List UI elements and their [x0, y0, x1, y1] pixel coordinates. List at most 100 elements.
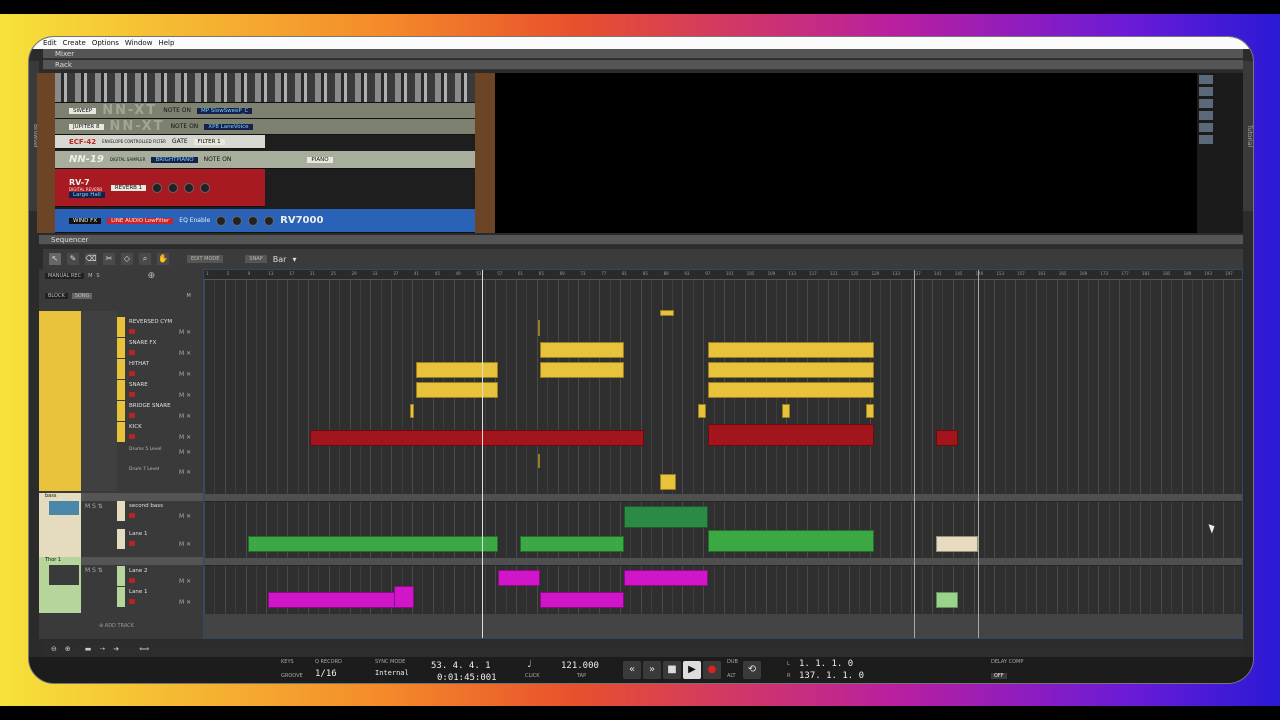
- rack-navigator[interactable]: [1197, 73, 1243, 233]
- mixer-device[interactable]: [55, 73, 475, 103]
- rewind-icon[interactable]: «: [623, 661, 641, 679]
- arrow-right-icon[interactable]: ➔: [113, 645, 119, 653]
- zoom-in-icon[interactable]: ⊕: [65, 645, 71, 653]
- add-track-button[interactable]: ⊕ ADD TRACK: [99, 623, 134, 629]
- rv7000-device[interactable]: WIND FX LINE AUDIO LowFilter EQ Enable R…: [55, 209, 475, 233]
- clip-thor-lane2-1[interactable]: [498, 570, 540, 586]
- mute-all-button[interactable]: M: [88, 273, 92, 279]
- record-icon[interactable]: [129, 513, 135, 518]
- clip-thor-lane1-3[interactable]: [540, 592, 624, 608]
- track-hithat[interactable]: HITHAT M ✕: [39, 359, 203, 379]
- clip-bass-lane1-1[interactable]: [248, 536, 498, 552]
- track-bridge-snare[interactable]: BRIDGE SNARE M ✕: [39, 401, 203, 421]
- alt-button[interactable]: ALT: [727, 673, 736, 679]
- mute-button[interactable]: M ✕: [179, 599, 191, 606]
- mute-button[interactable]: M ✕: [179, 541, 191, 548]
- track-drums5-level[interactable]: Drums 5 Level M ✕: [39, 445, 203, 465]
- menu-help[interactable]: Help: [158, 39, 174, 47]
- clip-thor-lane1-4[interactable]: [936, 592, 958, 608]
- loop-right-display[interactable]: 137. 1. 1. 0: [799, 671, 864, 681]
- tutorial-tab[interactable]: Tutorial: [1243, 61, 1253, 211]
- clip-snare-fx-1[interactable]: [540, 342, 624, 358]
- nnxt-device-1[interactable]: SWEEP NN-XT NOTE ON MP SlowSweeP_C: [55, 103, 475, 119]
- clip-kick-2[interactable]: [708, 424, 874, 446]
- mute-button[interactable]: M ✕: [179, 434, 191, 441]
- decay-knob[interactable]: [168, 182, 179, 193]
- record-icon[interactable]: [129, 329, 135, 334]
- dub-button[interactable]: DUB: [727, 659, 738, 665]
- clip-hithat-3[interactable]: [708, 362, 874, 378]
- arrangement-view[interactable]: 1 5 9 13 17 21 25 29 33 37 41 45 49 53 57 61 65 69 73 77 81 8…: [203, 269, 1243, 639]
- record-icon[interactable]: [129, 434, 135, 439]
- position-display[interactable]: 53. 4. 4. 1: [431, 661, 491, 671]
- clip-second-bass[interactable]: [624, 506, 708, 528]
- sync-mode-select[interactable]: Internal: [375, 669, 409, 677]
- edit-mode-button[interactable]: EDIT MODE: [187, 255, 224, 263]
- clip-drums5-level[interactable]: [538, 454, 540, 468]
- loop-icon[interactable]: ⟲: [743, 661, 761, 679]
- stop-icon[interactable]: ■: [663, 661, 681, 679]
- track-kick[interactable]: KICK M ✕: [39, 422, 203, 442]
- song-position-marker[interactable]: [482, 270, 483, 638]
- click-button[interactable]: CLICK: [525, 673, 540, 679]
- clip-hithat-2[interactable]: [540, 362, 624, 378]
- end-marker[interactable]: [978, 270, 979, 638]
- mute-button[interactable]: M ✕: [179, 350, 191, 357]
- dry-wet-knob[interactable]: [200, 182, 211, 193]
- clip-bridge-snare-1[interactable]: [410, 404, 414, 418]
- sequencer-panel-header[interactable]: Sequencer: [39, 235, 1243, 245]
- mute-button[interactable]: M ✕: [179, 371, 191, 378]
- record-icon[interactable]: [129, 599, 135, 604]
- nnxt-device-2[interactable]: JUPITER 8 NN-XT NOTE ON XP8 LaneVoice: [55, 119, 475, 135]
- hand-tool-icon[interactable]: ✋: [157, 253, 169, 265]
- clip-kick-3[interactable]: [936, 430, 958, 446]
- clip-drum7-level[interactable]: [660, 474, 676, 490]
- quantize-select[interactable]: 1/16: [315, 669, 337, 679]
- mute-button[interactable]: M ✕: [179, 392, 191, 399]
- magnify-tool-icon[interactable]: ⌕: [139, 253, 151, 265]
- clip-thor-lane1-1[interactable]: [268, 592, 414, 608]
- track-snare-fx[interactable]: SNARE FX M ✕: [39, 338, 203, 358]
- add-icon[interactable]: ⊕: [148, 271, 156, 281]
- clip-bass-lane1-4[interactable]: [936, 536, 978, 552]
- damp-knob[interactable]: [184, 182, 195, 193]
- solo-all-button[interactable]: S: [96, 273, 99, 279]
- master-mute-button[interactable]: M: [186, 293, 190, 299]
- clip-reversed-cym-marker[interactable]: [538, 320, 540, 336]
- track-snare[interactable]: SNARE M ✕: [39, 380, 203, 400]
- track-bass-lane-1[interactable]: Lane 1M ✕: [39, 529, 203, 549]
- tap-button[interactable]: TAP: [577, 673, 586, 679]
- fast-forward-icon[interactable]: »: [643, 661, 661, 679]
- rack-panel-header[interactable]: Rack: [43, 60, 1243, 70]
- mixer-panel-header[interactable]: Mixer: [43, 49, 1243, 59]
- track-second-bass[interactable]: second bass M ✕: [39, 501, 203, 521]
- clip-snare-fx-2[interactable]: [708, 342, 874, 358]
- mute-button[interactable]: M ✕: [179, 578, 191, 585]
- tempo-display[interactable]: 121.000: [561, 661, 599, 671]
- mute-button[interactable]: M ✕: [179, 449, 191, 456]
- menu-edit[interactable]: Edit: [43, 39, 57, 47]
- groove-button[interactable]: GROOVE: [281, 673, 303, 679]
- chevron-down-icon[interactable]: ▾: [292, 255, 296, 264]
- snap-button[interactable]: SNAP: [245, 255, 267, 263]
- fit-zoom-icon[interactable]: ⟺: [139, 645, 149, 653]
- nn19-device[interactable]: NN-19 DIGITAL SAMPLER BRIGHTPIANO NOTE O…: [55, 151, 475, 169]
- clip-thor-lane2-2[interactable]: [624, 570, 708, 586]
- clip-hithat-1[interactable]: [416, 362, 498, 378]
- size-knob[interactable]: [152, 182, 163, 193]
- clip-reversed-cym[interactable]: [660, 310, 674, 316]
- rv7000-knob-2[interactable]: [232, 215, 243, 226]
- menu-create[interactable]: Create: [63, 39, 86, 47]
- track-reversed-cym[interactable]: REVERSED CYM M ✕: [39, 317, 203, 337]
- clip-thor-lane1-2[interactable]: [394, 586, 414, 608]
- track-thor-lane-2[interactable]: Lane 2M ✕: [39, 566, 203, 586]
- loop-left-marker[interactable]: [914, 270, 915, 638]
- arrow-right-icon[interactable]: ➝: [99, 645, 105, 653]
- clip-bass-lane1-2[interactable]: [520, 536, 624, 552]
- mute-button[interactable]: M ✕: [179, 413, 191, 420]
- rv7000-knob-1[interactable]: [216, 215, 227, 226]
- clip-snare-1[interactable]: [416, 382, 498, 398]
- clip-bridge-snare-2[interactable]: [698, 404, 706, 418]
- eraser-tool-icon[interactable]: ⌫: [85, 253, 97, 265]
- record-icon[interactable]: [129, 541, 135, 546]
